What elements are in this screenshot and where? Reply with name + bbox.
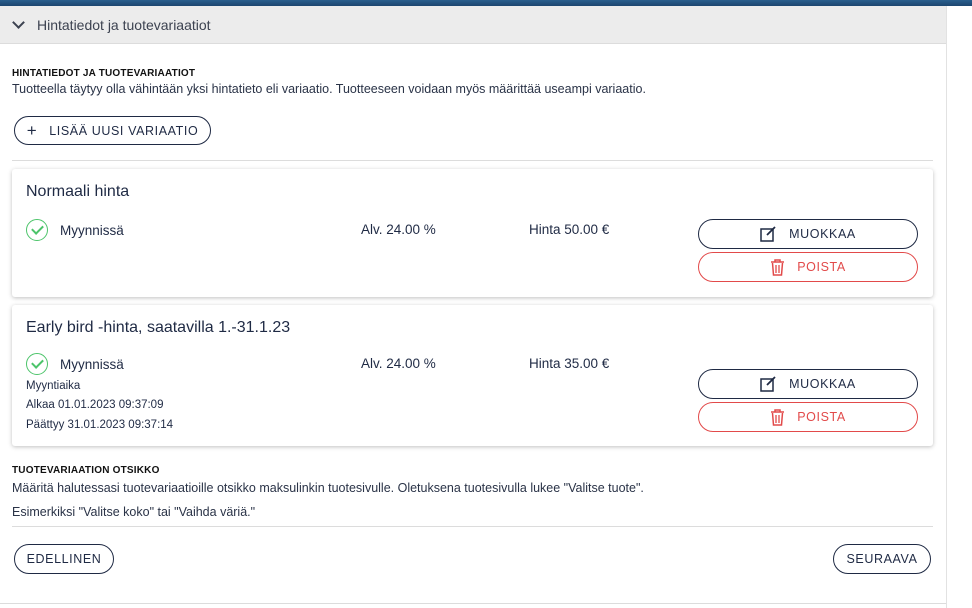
pricing-description: Tuotteella täytyy olla vähintään yksi hi… xyxy=(12,82,646,96)
variation-title-example: Esimerkiksi "Valitse koko" tai "Vaihda v… xyxy=(12,505,256,519)
plus-icon: + xyxy=(26,121,38,140)
edit-label: MUOKKAA xyxy=(789,227,856,241)
right-scroll-area xyxy=(946,6,972,608)
variation-status: Myynnissä xyxy=(26,353,124,375)
variation-title: Early bird -hinta, saatavilla 1.-31.1.23 xyxy=(26,319,291,336)
vat-label: Alv. 24.00 % xyxy=(361,222,436,237)
accordion-title: Hintatiedot ja tuotevariaatiot xyxy=(37,16,211,33)
sale-start: Alkaa 01.01.2023 09:37:09 xyxy=(26,399,164,411)
edit-icon xyxy=(760,376,776,392)
divider xyxy=(12,526,933,527)
delete-label: POISTA xyxy=(797,260,846,274)
previous-button[interactable]: EDELLINEN xyxy=(14,544,114,574)
variation-card: Early bird -hinta, saatavilla 1.-31.1.23… xyxy=(12,305,933,446)
trash-icon xyxy=(771,408,785,426)
trash-icon xyxy=(771,258,785,276)
variation-card: Normaali hinta Myynnissä Alv. 24.00 % Hi… xyxy=(12,169,933,297)
chevron-down-icon xyxy=(12,15,25,29)
sale-end: Päättyy 31.01.2023 09:37:14 xyxy=(26,419,174,431)
next-button[interactable]: SEURAAVA xyxy=(833,544,931,574)
edit-label: MUOKKAA xyxy=(789,377,856,391)
price-label: Hinta 35.00 € xyxy=(529,356,610,371)
price-label: Hinta 50.00 € xyxy=(529,222,610,237)
edit-icon xyxy=(760,226,776,242)
add-variation-button[interactable]: + LISÄÄ UUSI VARIAATIO xyxy=(14,116,211,145)
variation-status: Myynnissä xyxy=(26,219,124,241)
check-circle-icon xyxy=(26,219,48,241)
delete-button[interactable]: POISTA xyxy=(698,402,918,432)
variation-title-heading: TUOTEVARIAATION OTSIKKO xyxy=(12,465,160,476)
divider xyxy=(12,160,933,161)
pricing-panel: Hintatiedot ja tuotevariaatiot HINTATIED… xyxy=(0,6,946,608)
add-variation-label: LISÄÄ UUSI VARIAATIO xyxy=(49,123,199,138)
bottom-divider xyxy=(0,603,946,604)
status-label: Myynnissä xyxy=(60,222,124,238)
check-circle-icon xyxy=(26,353,48,375)
delete-label: POISTA xyxy=(797,410,846,424)
edit-button[interactable]: MUOKKAA xyxy=(698,369,918,399)
status-label: Myynnissä xyxy=(60,356,124,372)
vat-label: Alv. 24.00 % xyxy=(361,356,436,371)
variation-title-description: Määritä halutessasi tuotevariaatioille o… xyxy=(12,481,644,495)
accordion-header[interactable]: Hintatiedot ja tuotevariaatiot xyxy=(0,6,946,44)
pricing-heading: HINTATIEDOT JA TUOTEVARIAATIOT xyxy=(12,68,196,79)
variation-title: Normaali hinta xyxy=(26,183,130,200)
edit-button[interactable]: MUOKKAA xyxy=(698,219,918,249)
sale-period-label: Myyntiaika xyxy=(26,380,81,392)
delete-button[interactable]: POISTA xyxy=(698,252,918,282)
